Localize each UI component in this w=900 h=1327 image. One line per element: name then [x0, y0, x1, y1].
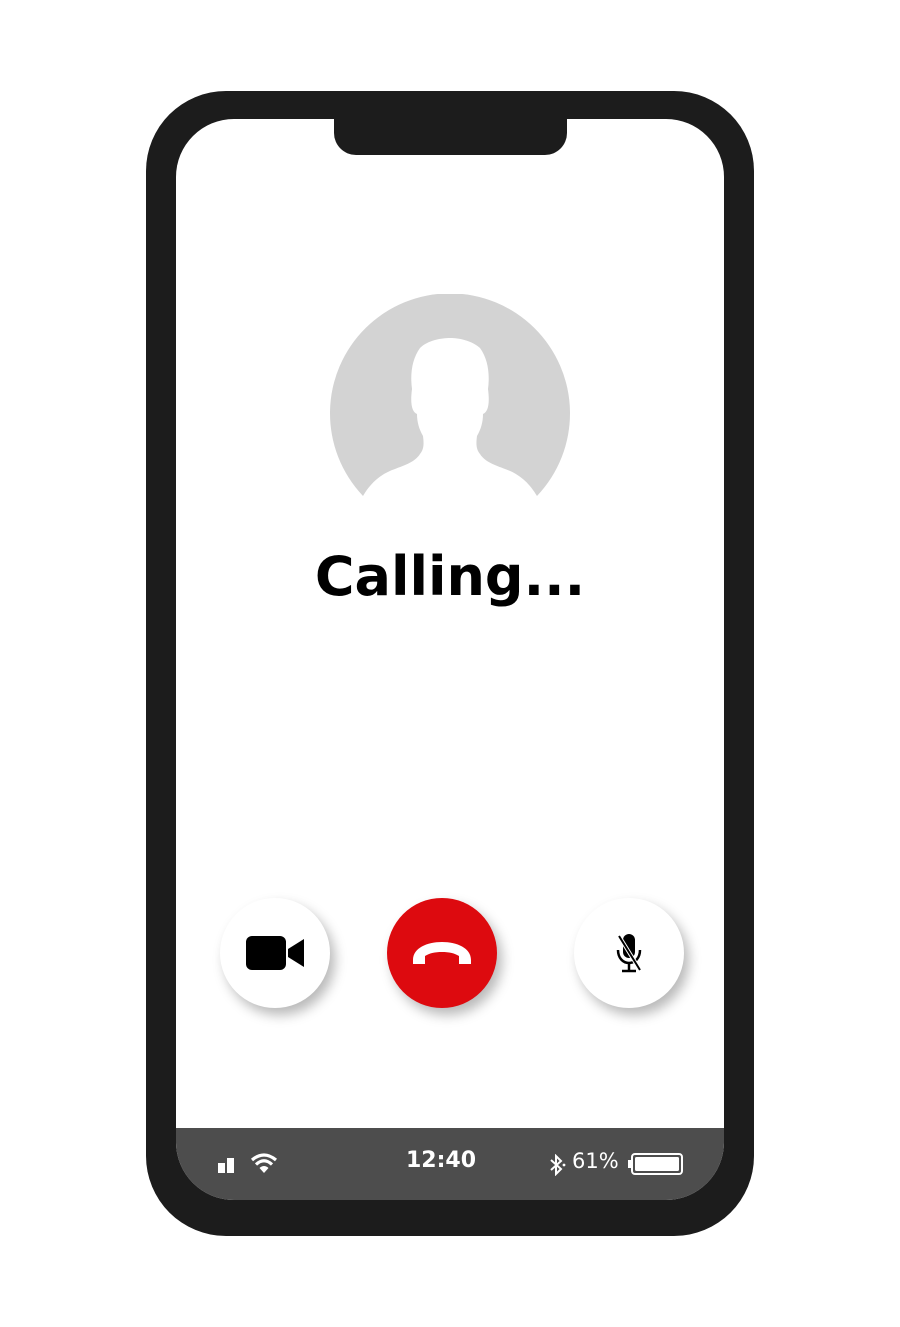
bluetooth-icon [550, 1154, 566, 1176]
battery-icon [628, 1153, 683, 1175]
avatar-placeholder-icon [330, 294, 570, 496]
wifi-icon [250, 1153, 278, 1173]
video-camera-icon [246, 936, 304, 970]
status-bar: 12:40 61% [176, 1128, 724, 1200]
status-time: 12:40 [406, 1148, 477, 1173]
end-call-button[interactable] [387, 898, 497, 1008]
video-call-button[interactable] [220, 898, 330, 1008]
mute-button[interactable] [574, 898, 684, 1008]
battery-percent: 61% [572, 1149, 619, 1173]
phone-hangup-icon [413, 942, 471, 964]
microphone-muted-icon [616, 934, 642, 973]
signal-bars-icon [218, 1158, 234, 1173]
phone-screen [176, 119, 724, 1200]
notch [334, 115, 567, 155]
call-status-text: Calling... [314, 545, 586, 608]
